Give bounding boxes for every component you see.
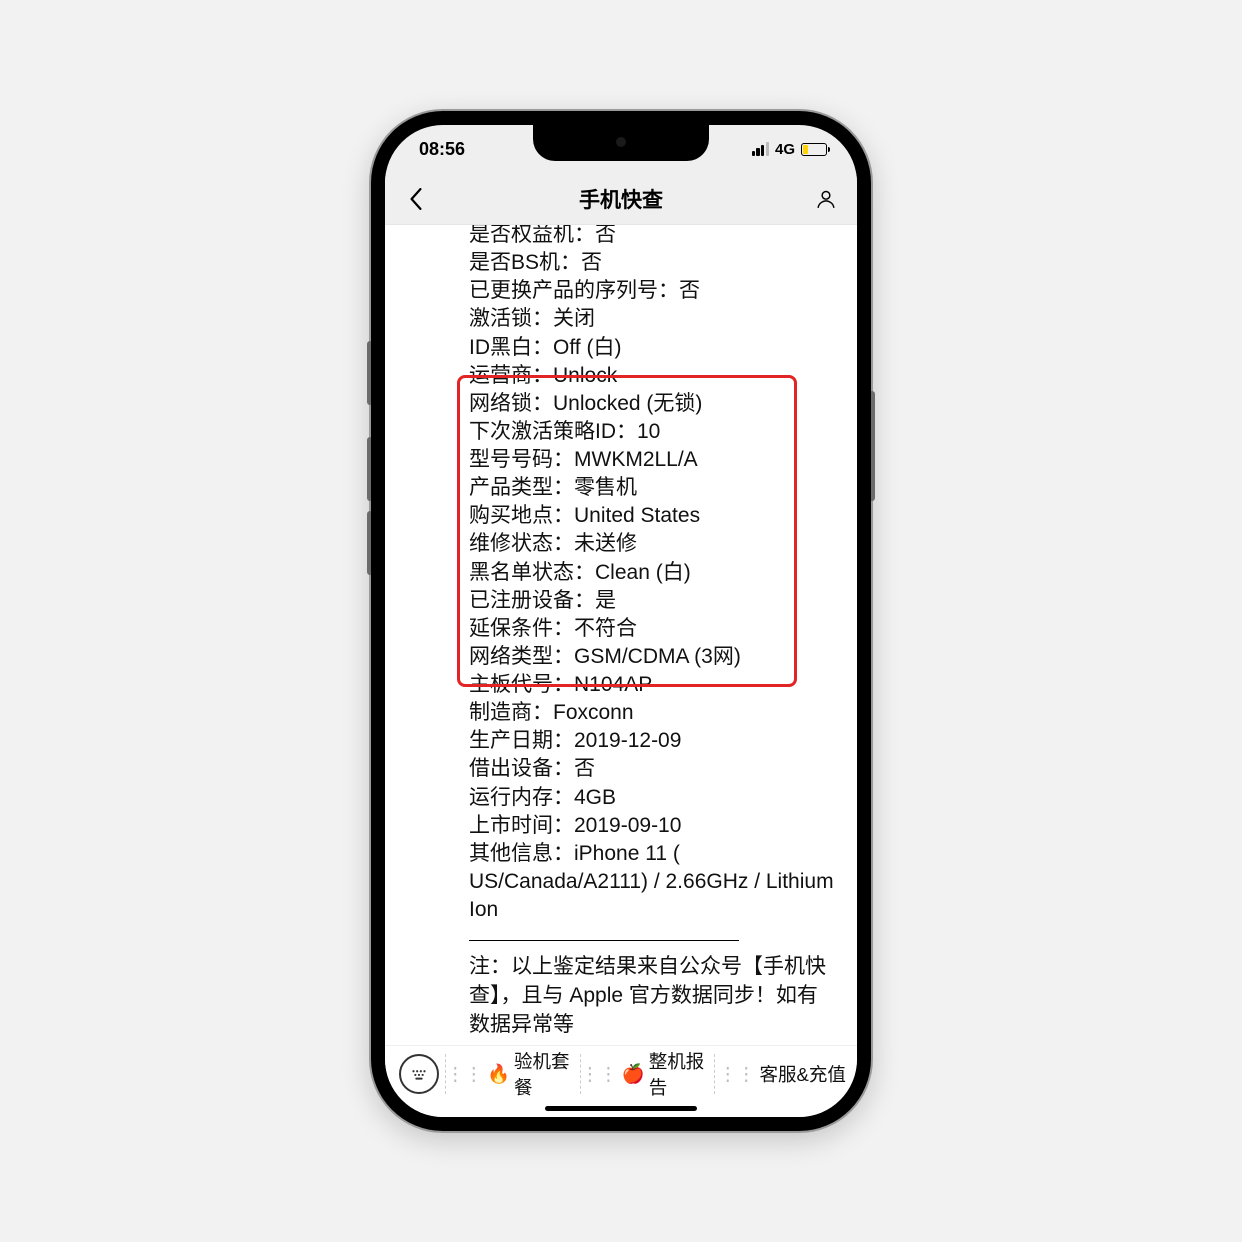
detail-row: 已注册设备：是 xyxy=(469,587,837,615)
detail-row: 下次激活策略ID：10 xyxy=(469,418,837,446)
detail-row: 运行内存：4GB xyxy=(469,784,837,812)
signal-icon xyxy=(752,142,769,156)
divider xyxy=(469,940,739,941)
detail-row: 网络类型：GSM/CDMA (3网) xyxy=(469,643,837,671)
detail-row: 是否BS机：否 xyxy=(469,249,837,277)
detail-row: 激活锁：关闭 xyxy=(469,305,837,333)
battery-icon xyxy=(801,143,827,156)
detail-row: 延保条件：不符合 xyxy=(469,615,837,643)
toolbar-label: 客服&充值 xyxy=(760,1061,846,1087)
detail-row: 已更换产品的序列号：否 xyxy=(469,277,837,305)
detail-row: 上市时间：2019-09-10 xyxy=(469,812,837,840)
profile-button[interactable] xyxy=(809,182,843,216)
keyboard-icon xyxy=(408,1063,430,1085)
phone-screen: 08:56 4G 手机快查 xyxy=(385,125,857,1117)
status-right: 4G xyxy=(752,141,827,158)
drag-icon: ⋮⋮ xyxy=(719,1063,756,1085)
page-title: 手机快查 xyxy=(579,184,663,214)
detail-row: 型号号码：MWKM2LL/A xyxy=(469,446,837,474)
detail-row: 购买地点：United States xyxy=(469,502,837,530)
content-area[interactable]: 是否权益机：否是否BS机：否已更换产品的序列号：否激活锁：关闭ID黑白：Off … xyxy=(385,225,857,1045)
notch xyxy=(533,125,709,161)
navbar: 手机快查 xyxy=(385,173,857,225)
toolbar-support-button[interactable]: ⋮⋮ 客服&充值 xyxy=(714,1054,849,1094)
footer-note: 注：以上鉴定结果来自公众号【手机快查】，且与 Apple 官方数据同步！如有数据… xyxy=(469,953,837,1040)
detail-list: 是否权益机：否是否BS机：否已更换产品的序列号：否激活锁：关闭ID黑白：Off … xyxy=(469,225,837,1040)
drag-icon: ⋮⋮ xyxy=(446,1063,483,1085)
detail-row: 其他信息：iPhone 11 ( US/Canada/A2111) / 2.66… xyxy=(469,840,837,924)
detail-row: 维修状态：未送修 xyxy=(469,530,837,558)
detail-row: 借出设备：否 xyxy=(469,755,837,783)
detail-row: 黑名单状态：Clean (白) xyxy=(469,559,837,587)
ime-button[interactable] xyxy=(399,1054,439,1094)
status-time: 08:56 xyxy=(419,139,465,160)
detail-row: 制造商：Foxconn xyxy=(469,699,837,727)
detail-row: 是否权益机：否 xyxy=(469,225,837,249)
chevron-left-icon xyxy=(409,188,423,210)
toolbar-label: 验机套餐 xyxy=(514,1048,580,1100)
detail-row: 主板代号：N104AP xyxy=(469,671,837,699)
fire-icon: 🔥 xyxy=(487,1063,510,1085)
phone-frame: 08:56 4G 手机快查 xyxy=(371,111,871,1131)
detail-row: 网络锁：Unlocked (无锁) xyxy=(469,390,837,418)
home-indicator[interactable] xyxy=(545,1106,697,1111)
apple-icon: 🍎 xyxy=(622,1063,645,1085)
detail-row: 生产日期：2019-12-09 xyxy=(469,727,837,755)
detail-row: 运营商：Unlock xyxy=(469,362,837,390)
toolbar-label: 整机报告 xyxy=(649,1048,715,1100)
drag-icon: ⋮⋮ xyxy=(581,1063,618,1085)
toolbar-verify-button[interactable]: ⋮⋮ 🔥 验机套餐 xyxy=(445,1054,580,1094)
detail-row: 产品类型：零售机 xyxy=(469,474,837,502)
toolbar-report-button[interactable]: ⋮⋮ 🍎 整机报告 xyxy=(580,1054,715,1094)
status-network: 4G xyxy=(775,141,795,158)
detail-row: ID黑白：Off (白) xyxy=(469,334,837,362)
back-button[interactable] xyxy=(399,182,433,216)
user-icon xyxy=(815,188,837,210)
